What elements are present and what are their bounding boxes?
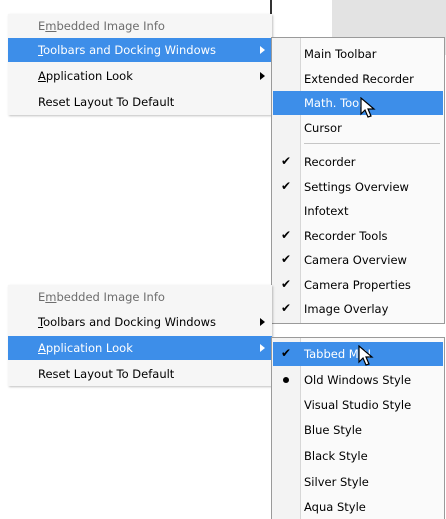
menu-item-toolbars-and-docking-windows[interactable]: Toolbars and Docking Windows: [8, 38, 272, 62]
checkmark-icon: ✔: [281, 301, 292, 315]
checkmark-icon: ✔: [281, 179, 292, 193]
submenu-arrow-icon: [260, 72, 265, 80]
menu-item-embedded-image-info: Embedded Image Info: [38, 290, 165, 304]
menu-item-application-look[interactable]: Application Look: [8, 64, 272, 88]
submenu-arrow-icon: [260, 318, 265, 326]
menu-item-reset-layout[interactable]: Reset Layout To Default: [8, 90, 272, 114]
submenu-item-main-toolbar[interactable]: Main Toolbar: [273, 42, 443, 66]
checkmark-icon: ✔: [281, 252, 292, 266]
submenu-item-blue-style[interactable]: Blue Style: [273, 418, 443, 442]
submenu-item-settings-overview[interactable]: ✔ Settings Overview: [273, 175, 443, 199]
menu-item-embedded-image-info: Embedded Image Info: [38, 19, 165, 33]
menu-item-application-look[interactable]: Application Look: [8, 336, 272, 360]
mouse-pointer-icon: [360, 97, 376, 118]
submenu-item-math-tool[interactable]: Math. Tool: [273, 91, 443, 115]
submenu-item-image-overlay[interactable]: ✔ Image Overlay: [273, 297, 443, 321]
menu-item-reset-layout[interactable]: Reset Layout To Default: [8, 362, 272, 386]
submenu-item-recorder-tools[interactable]: ✔ Recorder Tools: [273, 224, 443, 248]
submenu-arrow-icon: [260, 46, 265, 54]
checkmark-icon: ✔: [281, 154, 292, 168]
submenu-toolbars: Main Toolbar Extended Recorder Math. Too…: [271, 37, 445, 324]
submenu-item-extended-recorder[interactable]: Extended Recorder: [273, 67, 443, 91]
checkmark-icon: ✔: [281, 228, 292, 242]
submenu-item-aqua-style[interactable]: Aqua Style: [273, 495, 443, 519]
submenu-item-camera-properties[interactable]: ✔ Camera Properties: [273, 273, 443, 297]
submenu-item-recorder[interactable]: ✔ Recorder: [273, 150, 443, 174]
mouse-pointer-icon: [358, 345, 374, 366]
submenu-item-silver-style[interactable]: Silver Style: [273, 470, 443, 494]
checkmark-icon: ✔: [281, 346, 292, 360]
submenu-item-camera-overview[interactable]: ✔ Camera Overview: [273, 248, 443, 272]
submenu-item-old-windows-style[interactable]: Old Windows Style: [273, 368, 443, 392]
submenu-item-cursor[interactable]: Cursor: [273, 116, 443, 140]
context-menu-bottom: Embedded Image Info Toolbars and Docking…: [8, 285, 272, 386]
radio-bullet-icon: [283, 377, 289, 383]
menu-separator: [304, 143, 440, 144]
context-menu-top: Embedded Image Info Toolbars and Docking…: [8, 14, 272, 115]
menu-item-toolbars-and-docking-windows[interactable]: Toolbars and Docking Windows: [8, 310, 272, 334]
submenu-item-visual-studio-style[interactable]: Visual Studio Style: [273, 393, 443, 417]
submenu-item-black-style[interactable]: Black Style: [273, 444, 443, 468]
submenu-arrow-icon: [260, 344, 265, 352]
checkmark-icon: ✔: [281, 277, 292, 291]
submenu-item-infotext[interactable]: Infotext: [273, 199, 443, 223]
